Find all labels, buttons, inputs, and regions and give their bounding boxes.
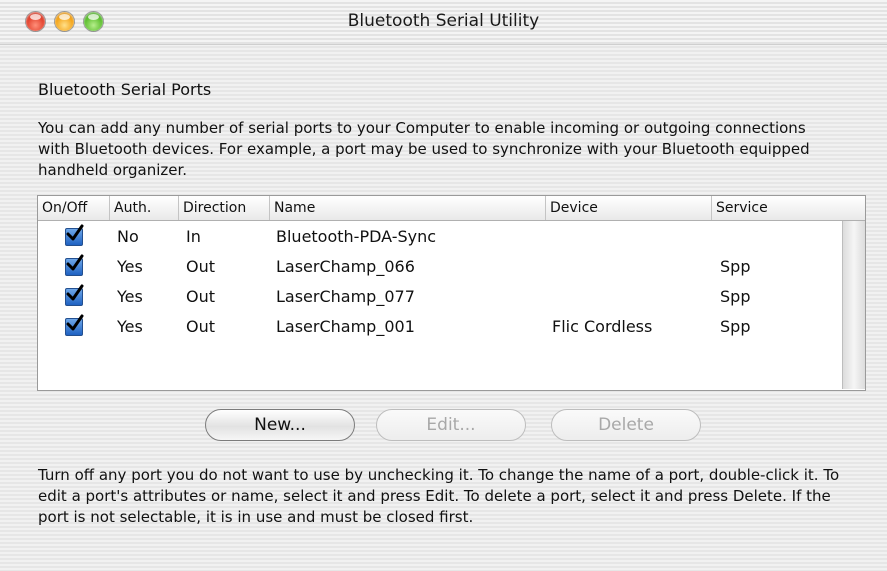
intro-text: You can add any number of serial ports t… <box>38 119 810 179</box>
cell-name: Bluetooth-PDA-Sync <box>276 227 437 246</box>
cell-auth: No <box>117 227 139 246</box>
window-title: Bluetooth Serial Utility <box>347 11 540 31</box>
edit-button[interactable]: Edit... <box>376 409 526 441</box>
column-header-auth[interactable]: Auth. <box>110 196 179 220</box>
cell-service: Spp <box>720 317 751 336</box>
cell-auth: Yes <box>117 317 143 336</box>
column-header-name[interactable]: Name <box>270 196 546 220</box>
checkmark-icon <box>66 284 84 301</box>
on-off-checkbox[interactable] <box>65 254 84 276</box>
title-bar[interactable]: Bluetooth Serial Utility <box>0 0 887 45</box>
serial-ports-table[interactable]: On/Off Auth. Direction Name Device Servi… <box>37 195 866 391</box>
column-header-direction[interactable]: Direction <box>179 196 270 220</box>
on-off-checkbox[interactable] <box>65 224 84 246</box>
cell-service: Spp <box>720 257 751 276</box>
new-button[interactable]: New... <box>205 409 355 441</box>
on-off-checkbox[interactable] <box>65 314 84 336</box>
checkmark-icon <box>66 254 84 271</box>
checkmark-icon <box>66 314 84 331</box>
cell-direction: Out <box>186 257 216 276</box>
table-row[interactable]: Yes Out LaserChamp_066 Spp <box>38 252 843 282</box>
cell-name: LaserChamp_066 <box>276 257 415 276</box>
column-header-on-off[interactable]: On/Off <box>38 196 110 220</box>
cell-direction: Out <box>186 317 216 336</box>
cell-service: Spp <box>720 287 751 306</box>
section-title: Bluetooth Serial Ports <box>38 80 212 99</box>
cell-auth: Yes <box>117 257 143 276</box>
cell-name: LaserChamp_077 <box>276 287 415 306</box>
table-header: On/Off Auth. Direction Name Device Servi… <box>38 196 865 221</box>
delete-button[interactable]: Delete <box>551 409 701 441</box>
cell-auth: Yes <box>117 287 143 306</box>
table-row[interactable]: Yes Out LaserChamp_077 Spp <box>38 282 843 312</box>
cell-device: Flic Cordless <box>552 317 653 336</box>
checkmark-icon <box>66 224 84 241</box>
column-header-service[interactable]: Service <box>712 196 865 220</box>
column-header-device[interactable]: Device <box>546 196 712 220</box>
table-row[interactable]: Yes Out LaserChamp_001 Flic Cordless Spp <box>38 312 843 342</box>
table-row[interactable]: No In Bluetooth-PDA-Sync <box>38 222 843 252</box>
vertical-scrollbar[interactable] <box>842 221 865 389</box>
on-off-checkbox[interactable] <box>65 284 84 306</box>
main-window: Bluetooth Serial Utility Bluetooth Seria… <box>0 0 887 571</box>
cell-direction: Out <box>186 287 216 306</box>
cell-name: LaserChamp_001 <box>276 317 415 336</box>
cell-direction: In <box>186 227 201 246</box>
help-text: Turn off any port you do not want to use… <box>38 466 840 526</box>
